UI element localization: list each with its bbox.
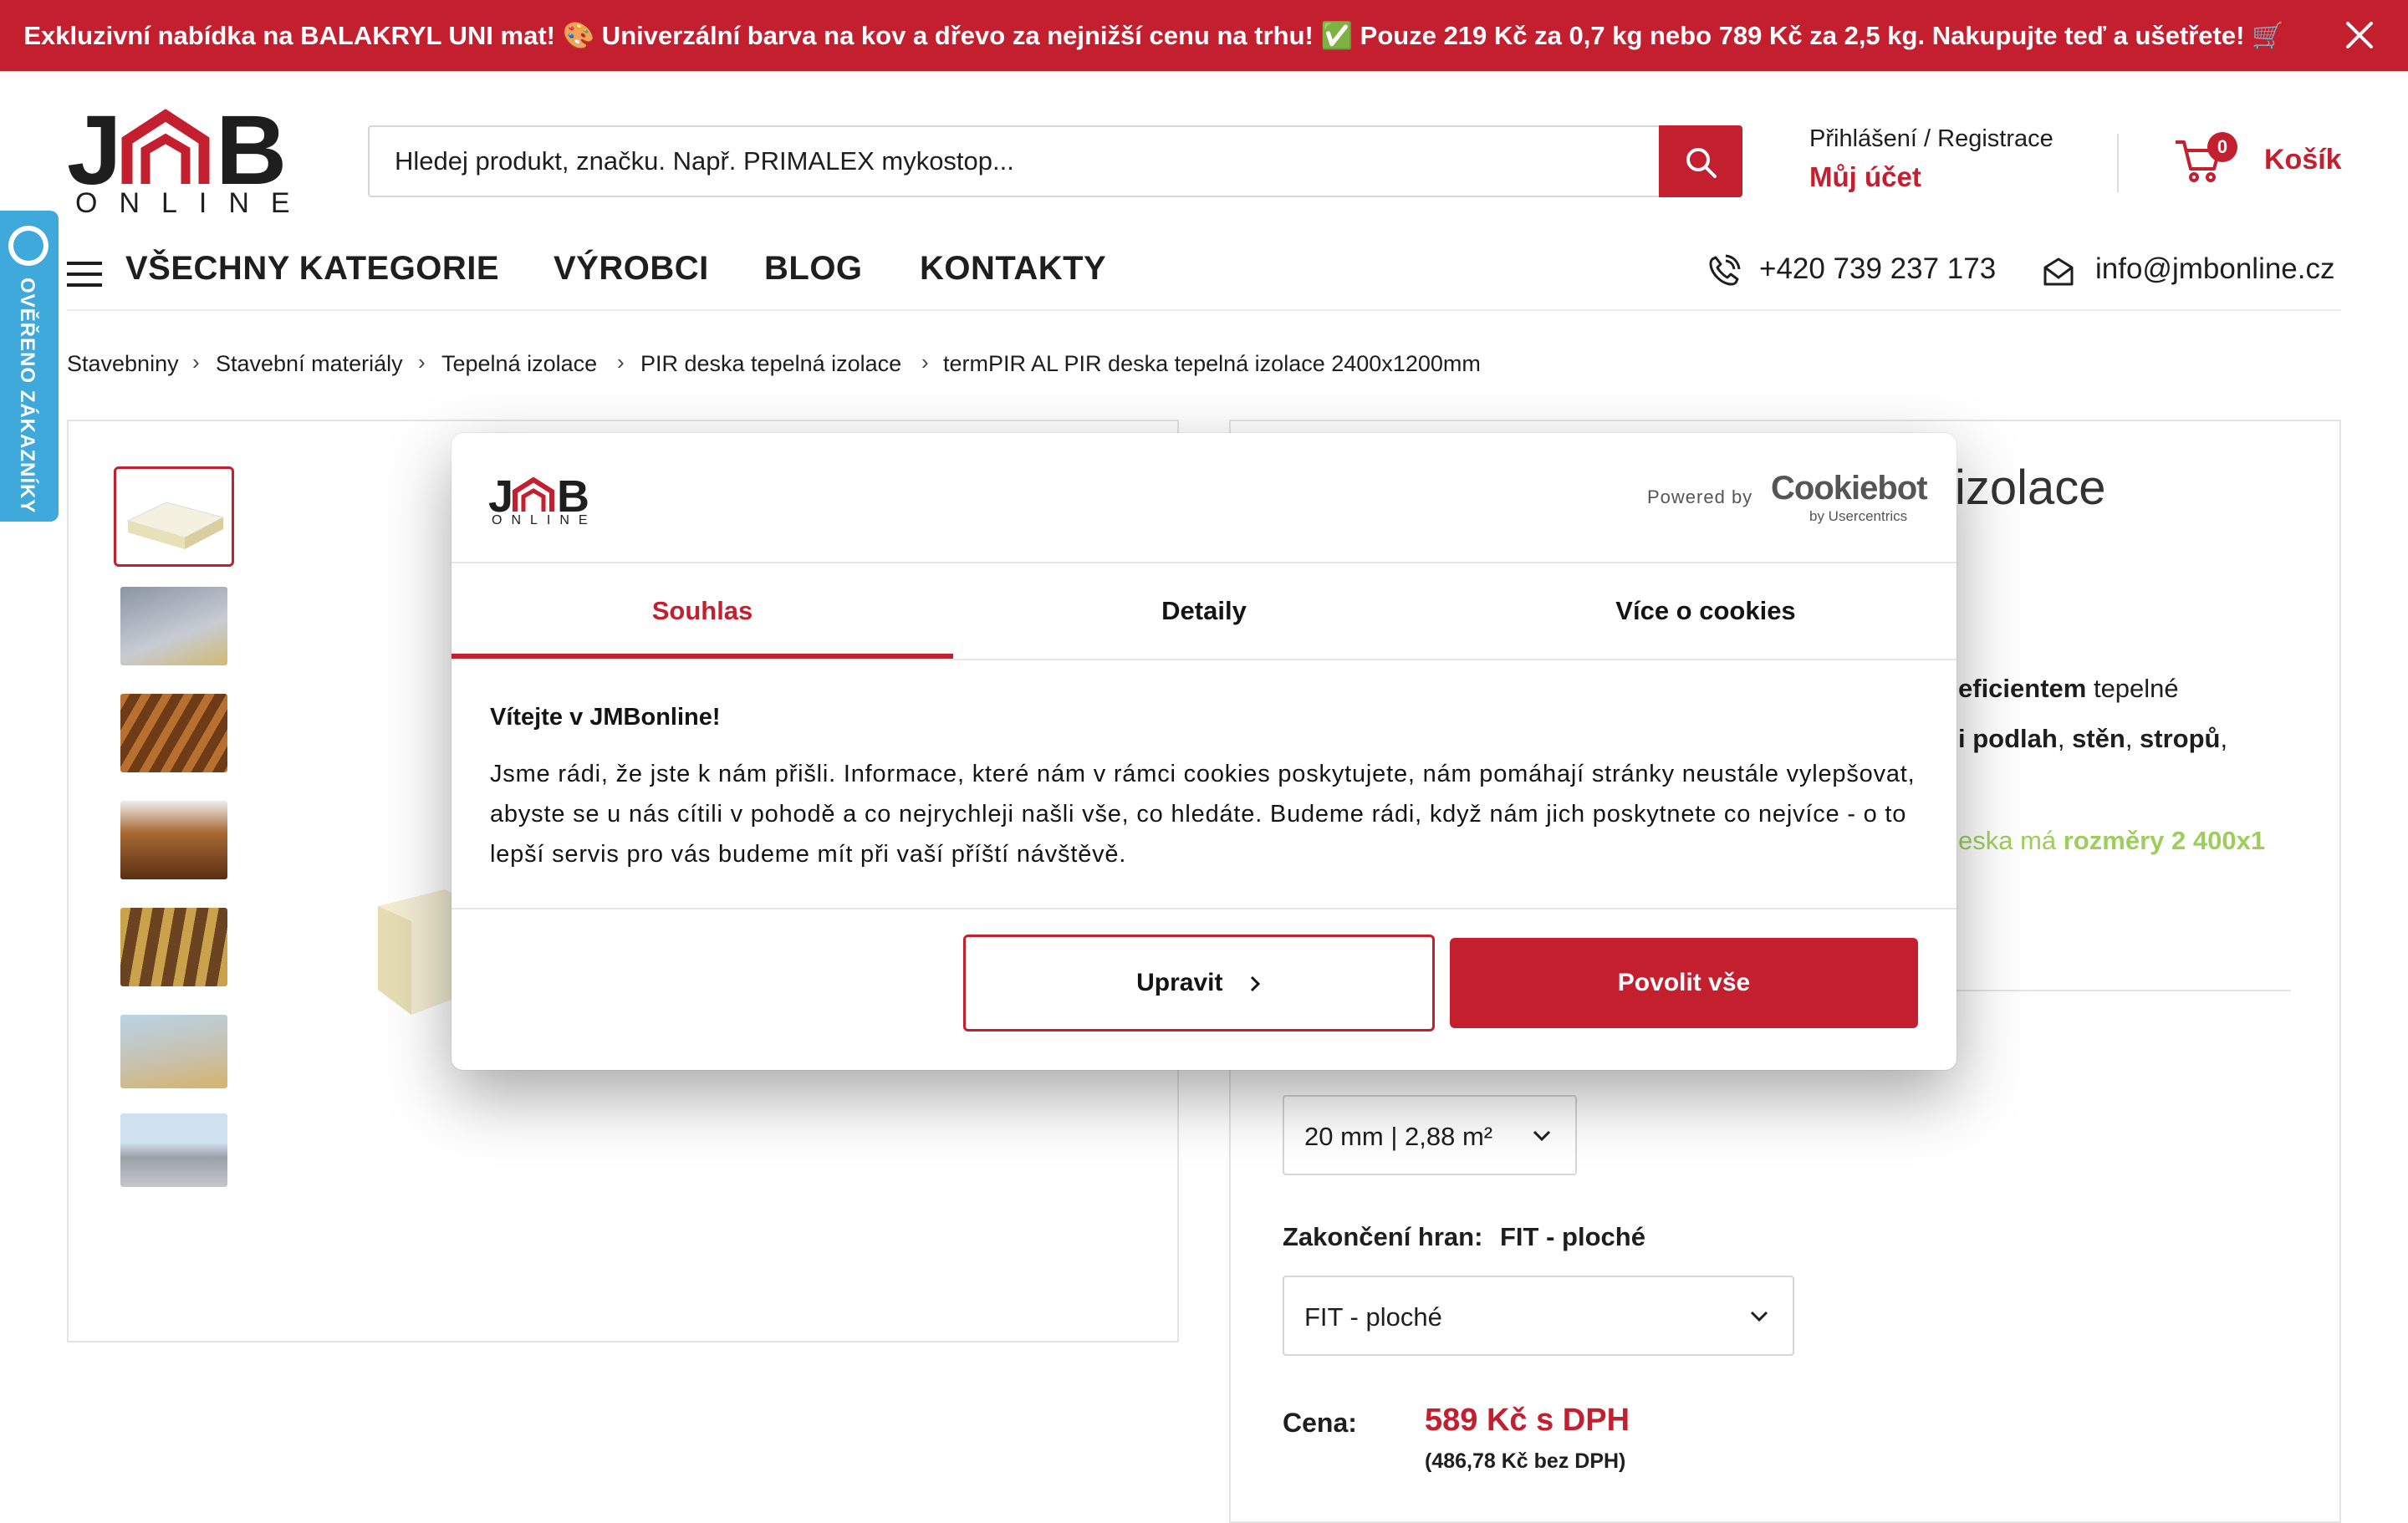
cart-count-badge: 0 <box>2207 132 2237 162</box>
dialog-footer-divider <box>452 908 1956 909</box>
product-desc-line3: eska má rozměry 2 400x1 <box>1958 826 2265 856</box>
edge-value: FIT - ploché <box>1500 1222 1645 1251</box>
site-logo[interactable]: J B ONLINE <box>67 95 301 219</box>
chevron-right-icon <box>1250 976 1260 992</box>
logo-subtext: ONLINE <box>75 187 312 219</box>
verified-customers-badge[interactable]: OVĚŘENO ZÁKAZNÍKY <box>0 211 59 522</box>
variant-select[interactable]: 20 mm | 2,88 m² <box>1283 1095 1577 1175</box>
gallery-thumbnail[interactable] <box>120 694 227 772</box>
desc-text: , <box>2057 724 2073 753</box>
cookiebot-brand-sub: by Usercentrics <box>1809 508 1908 524</box>
close-icon[interactable] <box>2343 18 2376 52</box>
nav-divider <box>67 309 2341 311</box>
price-label: Cena: <box>1283 1408 1357 1438</box>
cookiebot-logo[interactable]: Cookiebot by Usercentrics <box>1771 470 1938 528</box>
badge-label: OVĚŘENO ZÁKAZNÍKY <box>16 278 38 514</box>
chevron-down-icon <box>1750 1311 1768 1322</box>
search-box <box>368 125 1742 197</box>
menu-icon[interactable] <box>67 261 102 288</box>
tab-consent[interactable]: Souhlas <box>452 563 953 659</box>
badge-seal-icon <box>8 226 48 266</box>
edge-select[interactable]: FIT - ploché <box>1283 1276 1794 1356</box>
desc-bold: i podlah <box>1958 724 2058 753</box>
nav-all-categories[interactable]: VŠECHNY KATEGORIE <box>125 250 499 288</box>
tab-details[interactable]: Detaily <box>953 563 1455 659</box>
price-net: (486,78 Kč bez DPH) <box>1425 1449 1626 1473</box>
customize-button[interactable]: Upravit <box>963 935 1435 1031</box>
login-link[interactable]: Přihlášení / Registrace <box>1809 125 2053 153</box>
gallery-thumbnail[interactable] <box>120 1113 227 1187</box>
desc-text: tepelné <box>2086 674 2179 703</box>
my-account-link[interactable]: Můj účet <box>1809 161 1921 193</box>
search-icon <box>1686 148 1717 178</box>
cookie-heading: Vítejte v JMBonline! <box>490 704 721 731</box>
gallery-thumbnail[interactable] <box>120 1015 227 1088</box>
desc-text: , <box>2220 724 2228 753</box>
breadcrumb-item[interactable]: Stavebniny <box>67 351 179 377</box>
phone-icon <box>1706 254 1741 293</box>
nav-manufacturers[interactable]: VÝROBCI <box>554 250 709 288</box>
variant-select-value: 20 mm | 2,88 m² <box>1304 1122 1493 1151</box>
desc-text: , <box>2125 724 2140 753</box>
announcement-bar: Exkluzivní nabídka na BALAKRYL UNI mat! … <box>0 0 2408 71</box>
tabs-divider <box>452 659 1956 660</box>
chevron-down-icon <box>1533 1130 1551 1142</box>
announcement-text[interactable]: Exkluzivní nabídka na BALAKRYL UNI mat! … <box>0 0 2308 71</box>
desc-bold: stropů <box>2140 724 2221 753</box>
dialog-logo: J B ONLINE <box>488 471 597 532</box>
allow-all-button-label: Povolit vše <box>1617 969 1751 996</box>
customize-button-label: Upravit <box>1136 969 1223 996</box>
cookie-consent-dialog: J B ONLINE Powered by Cookiebot by Userc… <box>452 433 1956 1070</box>
product-title: izolace <box>1955 461 2106 515</box>
chevron-right-icon: › <box>921 349 929 374</box>
product-desc-line1: eficientem tepelné <box>1958 674 2179 704</box>
cookiebot-brand: Cookiebot <box>1771 470 1928 507</box>
allow-all-button[interactable]: Povolit vše <box>1450 938 1918 1028</box>
edge-label: Zakončení hran: <box>1283 1222 1483 1251</box>
gallery-thumbnail[interactable] <box>114 466 234 567</box>
breadcrumb-item[interactable]: PIR deska tepelná izolace <box>640 351 901 377</box>
cookie-body-text: Jsme rádi, že jste k nám přišli. Informa… <box>490 761 1916 868</box>
powered-by-label: Powered by <box>1647 486 1753 507</box>
desc-bold: rozměry 2 400x1 <box>2063 826 2266 855</box>
gallery-thumbnail[interactable] <box>120 801 227 879</box>
breadcrumb-item[interactable]: Tepelná izolace <box>441 351 597 377</box>
search-button[interactable] <box>1659 125 1742 197</box>
edge-select-value: FIT - ploché <box>1304 1302 1442 1332</box>
nav-contacts[interactable]: KONTAKTY <box>920 250 1106 288</box>
tab-about-cookies[interactable]: Více o cookies <box>1455 563 1956 659</box>
price-value: 589 Kč s DPH <box>1425 1403 1630 1438</box>
cart-label: Košík <box>2264 144 2342 176</box>
desc-bold: eficientem <box>1958 674 2087 703</box>
chevron-right-icon: › <box>617 349 625 374</box>
breadcrumb-current: termPIR AL PIR deska tepelná izolace 240… <box>943 351 1481 376</box>
cart-button[interactable]: 0 Košík <box>2174 125 2349 192</box>
desc-text: eska má <box>1958 826 2064 855</box>
dialog-logo-subtext: ONLINE <box>492 513 597 527</box>
phone-link[interactable]: +420 739 237 173 <box>1759 252 1996 286</box>
desc-bold: stěn <box>2072 724 2125 753</box>
gallery-thumbnail[interactable] <box>120 908 227 986</box>
product-desc-line2: i podlah, stěn, stropů, <box>1958 724 2227 754</box>
email-icon <box>2042 256 2075 292</box>
chevron-right-icon: › <box>418 349 426 374</box>
header-divider <box>2117 134 2119 192</box>
gallery-thumbnail[interactable] <box>120 587 227 665</box>
nav-blog[interactable]: BLOG <box>764 250 863 288</box>
breadcrumb-item[interactable]: Stavební materiály <box>216 351 403 377</box>
chevron-right-icon: › <box>192 349 200 374</box>
email-link[interactable]: info@jmbonline.cz <box>2095 252 2335 286</box>
search-input[interactable] <box>370 127 1707 196</box>
